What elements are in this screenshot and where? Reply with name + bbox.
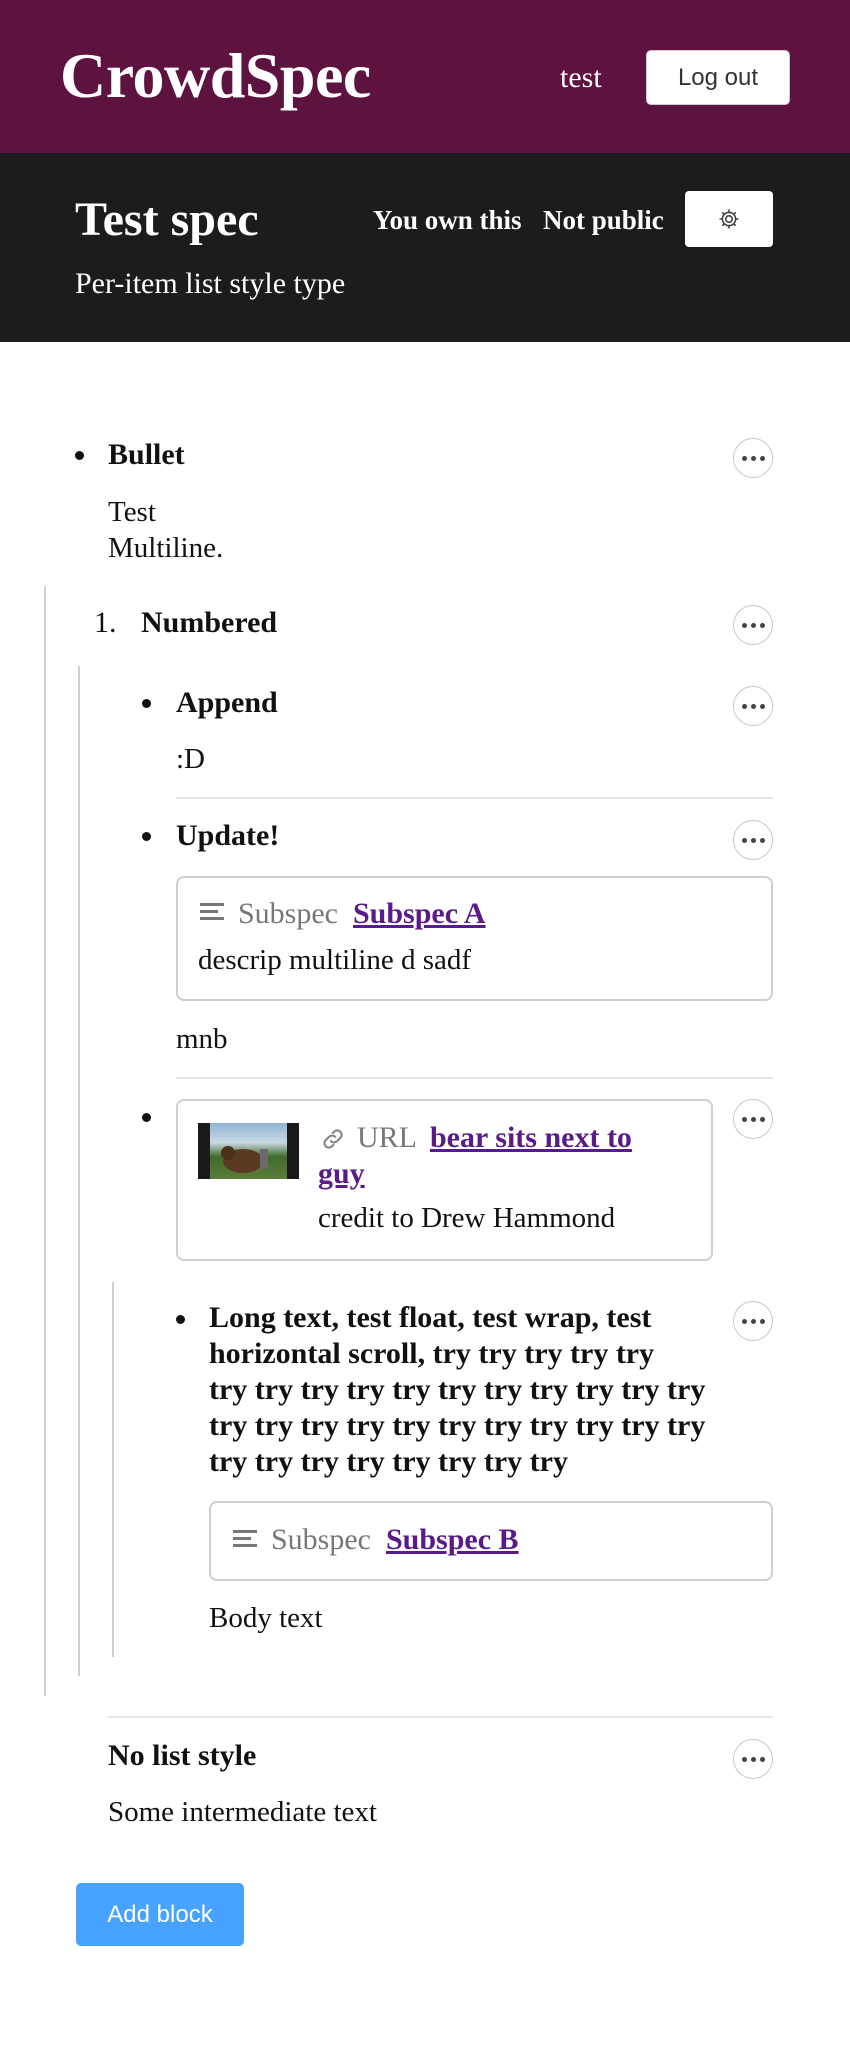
block-title-line: horizontal scroll, try try try try try [209,1337,655,1370]
divider [176,797,773,799]
block-body: :D [176,743,205,775]
block-menu-button[interactable] [733,605,773,645]
spec-header: Test spec You own this Not public Per-it… [0,153,850,342]
block-menu-button[interactable] [733,438,773,478]
divider [108,1716,773,1718]
list-number: 1. [94,606,117,639]
more-dots-icon [741,622,747,628]
link-icon [323,1129,343,1149]
block-title: Numbered [141,606,278,639]
list-bullet [142,699,151,708]
block-menu-button[interactable] [733,820,773,860]
visibility-label: Not public [543,205,664,235]
block-title: Append [176,686,278,719]
block-title-line: try try try try try try try try [209,1445,568,1478]
logout-button[interactable]: Log out [646,50,790,105]
more-dots-icon [741,455,747,461]
block-body: Some intermediate text [108,1796,377,1828]
block-title: No list style [108,1739,257,1772]
block-body: Body text [209,1602,323,1634]
nesting-line [78,666,80,1676]
current-user[interactable]: test [560,60,602,96]
spec-settings-button[interactable] [685,191,773,247]
block-menu-button[interactable] [733,1301,773,1341]
block-menu-button[interactable] [733,1099,773,1139]
nesting-line [44,586,46,1696]
ownership-label: You own this [373,205,522,235]
url-link[interactable]: guy [318,1156,365,1192]
more-dots-icon [741,1116,747,1122]
spec-title: Test spec [75,193,259,246]
list-bullet [142,1113,151,1122]
block-menu-button[interactable] [733,1739,773,1779]
subspec-description: descrip multiline d sadf [198,944,472,976]
block-title: Update! [176,819,280,852]
block-title-line: Long text, test float, test wrap, test [209,1301,652,1334]
subspec-label: Subspec [271,1523,371,1556]
url-credit: credit to Drew Hammond [318,1202,616,1234]
list-bullet [75,451,84,460]
list-bullet [142,832,151,841]
subspec-card[interactable]: Subspec Subspec A descrip multiline d sa… [176,876,773,1001]
list-bullet [176,1315,185,1324]
list-lines-icon [200,903,224,920]
url-card[interactable]: URL bear sits next to guy credit to Drew… [176,1099,713,1261]
subspec-card[interactable]: Subspec Subspec B [209,1501,773,1581]
add-block-button[interactable]: Add block [76,1883,244,1946]
url-label: URL [357,1121,417,1154]
block-title-line: try try try try try try try try try try … [209,1409,706,1442]
block-title: Bullet [108,438,185,471]
top-bar: CrowdSpec test Log out [0,0,850,153]
nesting-line [112,1282,114,1657]
block-body: Test [108,496,156,528]
more-dots-icon [741,703,747,709]
spec-description: Per-item list style type [75,267,346,300]
subspec-link[interactable]: Subspec B [386,1522,519,1558]
block-menu-button[interactable] [733,686,773,726]
app-logo[interactable]: CrowdSpec [60,38,371,114]
block-body: Multiline. [108,532,224,564]
subspec-label: Subspec [238,897,338,930]
divider [176,1077,773,1079]
block-title-line: try try try try try try try try try try … [209,1373,706,1406]
subspec-link[interactable]: Subspec A [353,896,486,932]
block-body: mnb [176,1023,228,1055]
gear-icon [719,209,739,229]
more-dots-icon [741,837,747,843]
list-lines-icon [233,1530,257,1547]
url-link[interactable]: bear sits next to [430,1120,632,1156]
more-dots-icon [741,1318,747,1324]
more-dots-icon [741,1756,747,1762]
link-thumbnail-image [198,1123,299,1179]
